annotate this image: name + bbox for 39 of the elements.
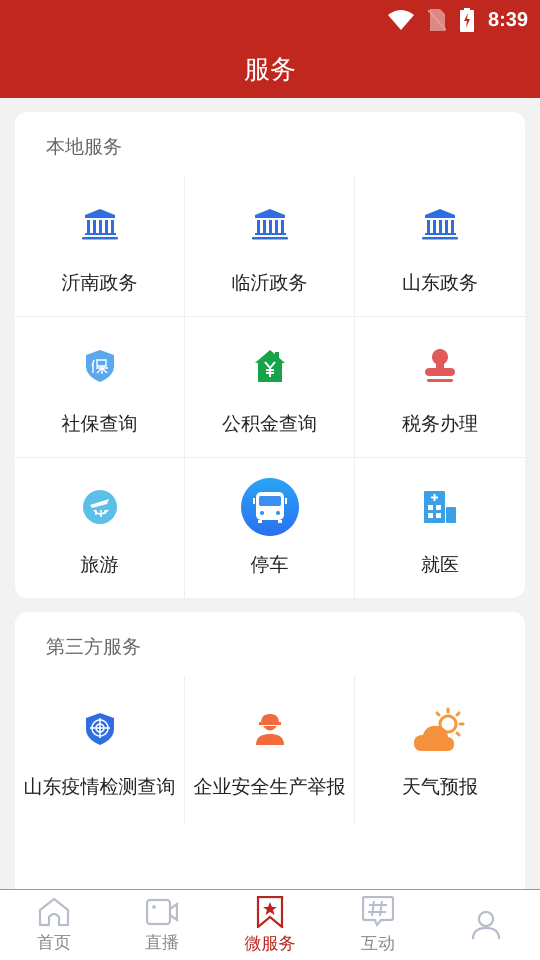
bus-icon <box>240 478 298 536</box>
bookmark-star-icon <box>256 896 284 928</box>
service-tile[interactable]: 山东疫情检测查询 <box>15 676 185 824</box>
service-tile[interactable]: 沂南政务 <box>15 176 185 317</box>
cloud-sun-icon <box>414 707 466 751</box>
shield-target-icon <box>86 713 114 745</box>
service-tile[interactable]: 旅游 <box>15 458 185 598</box>
tab-item[interactable]: 直播 <box>108 890 216 960</box>
service-tile[interactable]: 停车 <box>185 458 355 598</box>
hospital-building-icon <box>424 491 456 523</box>
house-yuan-icon <box>254 350 284 382</box>
service-tile[interactable]: 公积金查询 <box>185 317 355 458</box>
wifi-icon <box>388 10 414 30</box>
hashtag-chat-icon <box>362 896 394 928</box>
video-camera-icon <box>146 896 178 926</box>
status-time: 8:39 <box>488 8 528 32</box>
bank-building-icon <box>252 209 288 241</box>
shield-icon <box>86 350 114 382</box>
section-title: 本地服务 <box>45 135 122 160</box>
battery-icon <box>460 8 474 32</box>
home-icon <box>38 896 70 926</box>
service-tile[interactable]: 企业安全生产举报 <box>185 676 355 824</box>
service-tile[interactable]: 天气预报 <box>355 676 525 824</box>
stamp-icon <box>425 349 455 383</box>
service-tile[interactable]: 税务办理 <box>355 317 525 458</box>
tab-item[interactable]: 微服务 <box>216 890 324 960</box>
person-icon <box>470 910 502 940</box>
section-title: 第三方服务 <box>45 635 141 660</box>
service-tile[interactable]: 临沂政务 <box>185 176 355 317</box>
bank-building-icon <box>82 209 118 241</box>
worker-icon <box>256 713 284 745</box>
no-sim-icon <box>428 9 446 31</box>
service-tile[interactable]: 就医 <box>355 458 525 598</box>
service-tile[interactable]: 山东政务 <box>355 176 525 317</box>
tab-item[interactable]: 首页 <box>0 890 108 960</box>
tab-item[interactable]: 互动 <box>324 890 432 960</box>
service-tile[interactable]: 社保查询 <box>15 317 185 458</box>
bank-building-icon <box>422 209 458 241</box>
page-title: 服务 <box>244 54 296 86</box>
